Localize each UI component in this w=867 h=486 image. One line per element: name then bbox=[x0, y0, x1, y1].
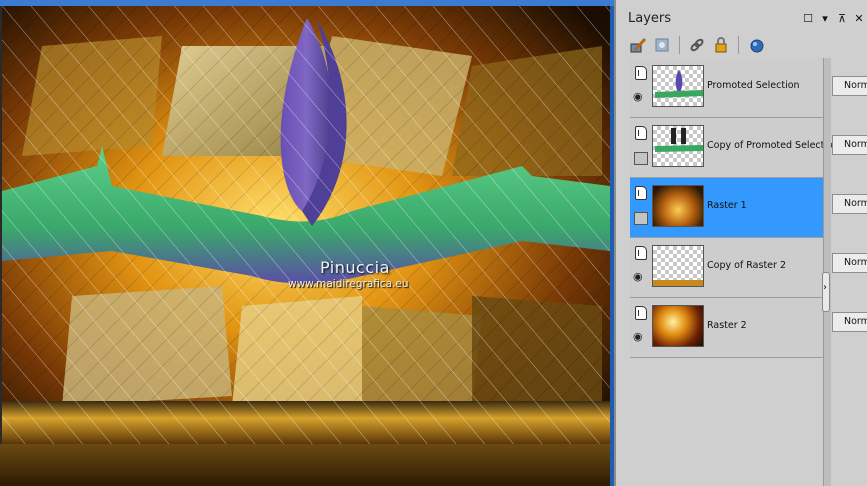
layer-thumbnail bbox=[652, 65, 704, 107]
layers-toolbar bbox=[628, 34, 766, 56]
layer-type-icon bbox=[635, 66, 647, 80]
scroll-handle[interactable] bbox=[822, 272, 830, 312]
eye-icon[interactable]: ◉ bbox=[633, 91, 649, 102]
layer-row-selected[interactable]: Raster 1 bbox=[630, 178, 825, 238]
layer-row[interactable]: ◉ Raster 2 bbox=[630, 298, 825, 358]
visibility-toggle[interactable] bbox=[634, 212, 648, 225]
layer-type-icon bbox=[635, 186, 647, 200]
layer-name[interactable]: Raster 2 bbox=[707, 320, 747, 331]
layer-name[interactable]: Promoted Selection bbox=[707, 80, 800, 91]
blend-mode-select[interactable]: Normal bbox=[832, 194, 867, 214]
image-canvas[interactable]: Pinuccia www.maidiregrafica.eu bbox=[0, 0, 614, 486]
new-layer-icon[interactable] bbox=[746, 35, 766, 55]
visibility-toggle[interactable] bbox=[634, 152, 648, 165]
toolbar-separator bbox=[679, 36, 680, 54]
artwork: Pinuccia www.maidiregrafica.eu bbox=[2, 6, 610, 444]
pin-icon[interactable]: ⊼ bbox=[835, 12, 849, 26]
layer-name[interactable]: Copy of Raster 2 bbox=[707, 260, 786, 271]
layer-name[interactable]: Raster 1 bbox=[707, 200, 747, 211]
brush-edit-icon[interactable] bbox=[628, 35, 648, 55]
eye-icon[interactable]: ◉ bbox=[633, 271, 649, 282]
toolbar-separator bbox=[738, 36, 739, 54]
palette-title: Layers bbox=[628, 11, 672, 26]
eye-icon[interactable]: ◉ bbox=[633, 331, 649, 342]
layer-type-icon bbox=[635, 306, 647, 320]
lock-icon[interactable] bbox=[711, 35, 731, 55]
watermark-title: Pinuccia bbox=[320, 258, 390, 277]
link-icon[interactable] bbox=[687, 35, 707, 55]
dropdown-icon[interactable]: ▾ bbox=[818, 12, 832, 26]
layer-type-icon bbox=[635, 126, 647, 140]
layer-thumbnail bbox=[652, 245, 704, 287]
layer-name[interactable]: Copy of Promoted Selection bbox=[707, 140, 839, 151]
watermark-url: www.maidiregrafica.eu bbox=[288, 278, 409, 290]
layer-type-icon bbox=[635, 246, 647, 260]
layer-row[interactable]: Copy of Promoted Selection bbox=[630, 118, 839, 178]
layers-palette: Layers ☐ ▾ ⊼ ✕ ◉ Promoted Selection Copy… bbox=[614, 0, 867, 486]
layer-row[interactable]: ◉ Promoted Selection bbox=[630, 58, 825, 118]
canvas-bottom-strip bbox=[0, 444, 614, 486]
close-icon[interactable]: ✕ bbox=[852, 12, 866, 26]
layer-thumbnail bbox=[652, 125, 704, 167]
layer-row[interactable]: ◉ Copy of Raster 2 bbox=[630, 238, 825, 298]
blend-mode-select[interactable]: Normal bbox=[832, 76, 867, 96]
layer-thumbnail bbox=[652, 305, 704, 347]
blend-mode-select[interactable]: Normal bbox=[832, 253, 867, 273]
restore-icon[interactable]: ☐ bbox=[801, 12, 815, 26]
layer-list: ◉ Promoted Selection Copy of Promoted Se… bbox=[630, 58, 839, 358]
blend-mode-select[interactable]: Normal bbox=[832, 312, 867, 332]
layer-thumbnail bbox=[652, 185, 704, 227]
mask-icon[interactable] bbox=[652, 35, 672, 55]
blend-mode-select[interactable]: Normal bbox=[832, 135, 867, 155]
